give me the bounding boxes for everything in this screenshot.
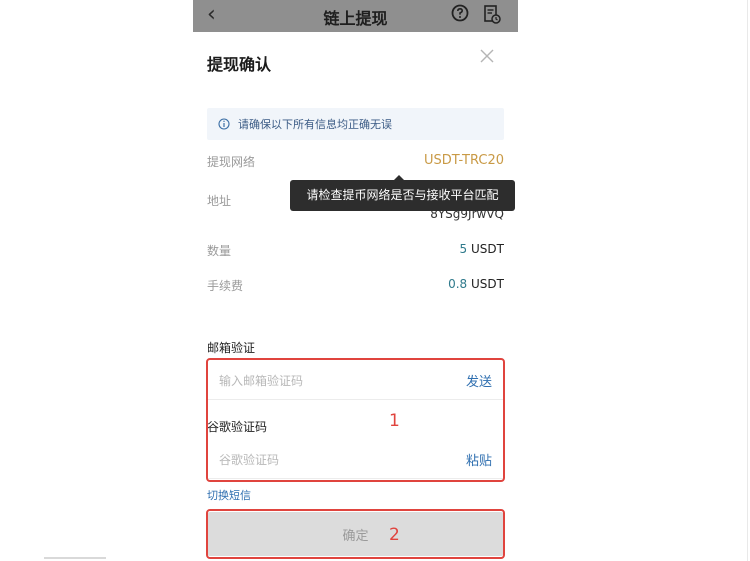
question-circle-icon[interactable] <box>451 4 469 22</box>
tooltip-text: 请检查提币网络是否与接收平台匹配 <box>306 188 499 202</box>
info-icon <box>218 118 230 130</box>
switch-to-sms-link[interactable]: 切换短信 <box>207 487 251 503</box>
amount-unit: USDT <box>471 242 504 256</box>
network-check-tooltip: 请检查提币网络是否与接收平台匹配 <box>290 175 515 211</box>
sheet-title: 提现确认 <box>207 55 272 74</box>
highlight-box-confirm <box>206 509 505 559</box>
annotation-mark-2: 2 <box>389 525 400 545</box>
fee-number: 0.8 <box>448 277 468 291</box>
withdraw-confirm-sheet: 提现确认 请确保以下所有信息均正确无误 提现网络 USDT-TRC20 地址 8… <box>193 32 518 561</box>
edge-divider <box>747 0 748 561</box>
close-icon[interactable] <box>479 48 495 64</box>
page-title: 链上提现 <box>323 9 388 28</box>
info-notice: 请确保以下所有信息均正确无误 <box>207 108 504 140</box>
fee-value: 0.8 USDT <box>448 277 504 291</box>
amount-label: 数量 <box>207 244 232 258</box>
tooltip-arrow <box>394 175 404 180</box>
annotation-mark-1: 1 <box>389 411 400 431</box>
divider-fragment <box>44 557 106 559</box>
fee-label: 手续费 <box>207 279 244 293</box>
email-verify-label: 邮箱验证 <box>207 341 256 355</box>
network-label: 提现网络 <box>207 155 256 169</box>
network-value: USDT-TRC20 <box>424 153 504 168</box>
highlight-box-verification <box>206 358 505 482</box>
address-label: 地址 <box>207 194 232 208</box>
phone-screen: ‹ 链上提现 提现确认 请确保以下所有信息均正确无误 提现网络 USDT-TRC… <box>193 0 518 561</box>
records-icon[interactable] <box>483 4 501 24</box>
notice-text: 请确保以下所有信息均正确无误 <box>238 118 392 131</box>
fee-unit: USDT <box>471 277 504 291</box>
nav-bar: ‹ 链上提现 <box>193 0 518 32</box>
amount-value: 5 USDT <box>460 242 504 256</box>
amount-number: 5 <box>459 242 468 256</box>
